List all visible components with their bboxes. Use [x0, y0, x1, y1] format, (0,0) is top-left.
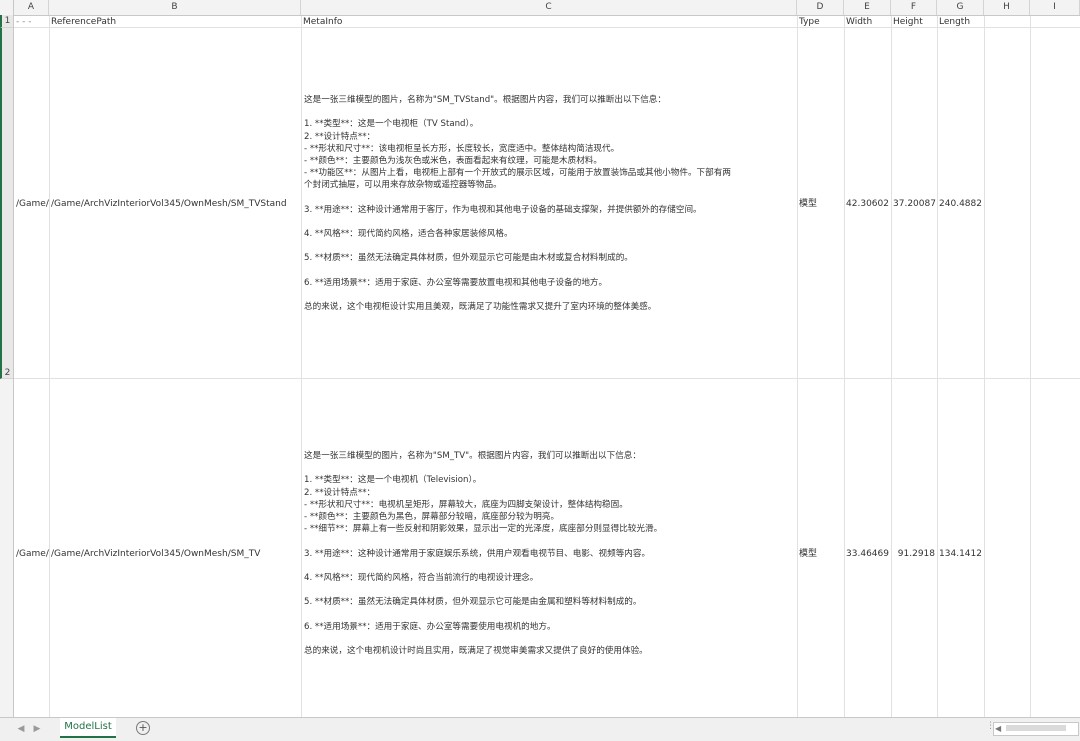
- meta-line: 这是一张三维模型的图片，名称为"SM_TV"。根据图片内容，我们可以推断出以下信…: [304, 451, 641, 461]
- cell-d3[interactable]: 模型: [797, 548, 844, 560]
- sheet-tab-bar: ◀ ▶ ModelList + ⋮ ◀: [0, 717, 1080, 741]
- column-header-e[interactable]: E: [844, 0, 891, 15]
- column-header-b[interactable]: B: [49, 0, 301, 15]
- cell-e2[interactable]: 42.30602: [844, 198, 891, 210]
- meta-line: [304, 265, 800, 277]
- row-header-1[interactable]: 1: [0, 15, 13, 28]
- meta-line: 6. **适用场景**：适用于家庭、办公室等需要使用电视机的地方。: [304, 621, 556, 632]
- meta-line: 4. **风格**：现代简约风格，适合各种家居装修风格。: [304, 229, 513, 240]
- cell-e1[interactable]: Width: [844, 16, 891, 28]
- column-header-i[interactable]: I: [1030, 0, 1080, 15]
- column-header-d[interactable]: D: [797, 0, 844, 15]
- meta-line: - **形状和尺寸**：该电视柜呈长方形，长度较长，宽度适中。整体结构简洁现代。: [304, 143, 620, 154]
- meta-line: [304, 608, 800, 620]
- column-header-h[interactable]: H: [984, 0, 1030, 15]
- row-header-3[interactable]: [0, 379, 13, 717]
- meta-line: 3. **用途**：这种设计通常用于家庭娱乐系统，供用户观看电视节目、电影、视频…: [304, 548, 651, 559]
- scroll-splitter[interactable]: ⋮: [986, 721, 995, 735]
- cell-f1[interactable]: Height: [891, 16, 937, 28]
- horizontal-scrollbar[interactable]: ◀: [993, 722, 1079, 736]
- cell-b2[interactable]: /Game/ArchVizInteriorVol345/OwnMesh/SM_T…: [49, 198, 301, 210]
- cell-b1[interactable]: ReferencePath: [49, 16, 301, 28]
- row-header-bar: 1 2: [0, 15, 14, 717]
- cell-f3[interactable]: 91.2918: [891, 548, 937, 560]
- cell-a1[interactable]: - - -: [14, 16, 49, 28]
- column-header-a[interactable]: A: [14, 0, 49, 15]
- cell-c2-metainfo[interactable]: 这是一张三维模型的图片，名称为"SM_TVStand"。根据图片内容，我们可以推…: [304, 94, 800, 313]
- cell-f2[interactable]: 37.20087: [891, 198, 937, 210]
- column-header-g[interactable]: G: [937, 0, 984, 15]
- meta-line: 总的来说，这个电视机设计时尚且实用，既满足了视觉审美需求又提供了良好的使用体验。: [304, 646, 648, 656]
- meta-line: 4. **风格**：现代简约风格，符合当前流行的电视设计理念。: [304, 572, 539, 583]
- cell-e3[interactable]: 33.46469: [844, 548, 891, 560]
- column-header-c[interactable]: C: [301, 0, 797, 15]
- cell-a3[interactable]: /Game/: [14, 548, 49, 560]
- meta-line: 5. **材质**：虽然无法确定具体材质，但外观显示它可能是由金属和塑料等材料制…: [304, 597, 642, 608]
- select-all-corner[interactable]: [0, 0, 14, 15]
- meta-line: 1. **类型**：这是一个电视机（Television）。: [304, 475, 482, 486]
- meta-line: [304, 192, 800, 204]
- plus-circle-icon[interactable]: +: [136, 721, 150, 735]
- cell-b3[interactable]: /Game/ArchVizInteriorVol345/OwnMesh/SM_T…: [49, 548, 301, 560]
- cell-c1[interactable]: MetaInfo: [301, 16, 797, 28]
- meta-line: 个封闭式抽屉，可以用来存放杂物或遥控器等物品。: [304, 180, 502, 191]
- meta-line: - **颜色**：主要颜色为浅灰色或米色，表面看起来有纹理，可能是木质材料。: [304, 155, 603, 166]
- meta-line: [304, 535, 800, 547]
- cell-c3-metainfo[interactable]: 这是一张三维模型的图片，名称为"SM_TV"。根据图片内容，我们可以推断出以下信…: [304, 450, 800, 657]
- meta-line: [304, 462, 800, 474]
- meta-line: [304, 216, 800, 228]
- cell-g1[interactable]: Length: [937, 16, 984, 28]
- meta-line: [304, 240, 800, 252]
- meta-line: 3. **用途**：这种设计通常用于客厅，作为电视和其他电子设备的基础支撑架，并…: [304, 204, 702, 215]
- meta-line: - **形状和尺寸**：电视机呈矩形，屏幕较大，底座为四脚支架设计，整体结构稳固…: [304, 499, 628, 510]
- spreadsheet: A B C D E F G H I 1 2 - - - ReferencePat…: [0, 0, 1080, 717]
- column-header-bar: A B C D E F G H I: [0, 0, 1080, 16]
- scroll-left-icon[interactable]: ◀: [995, 723, 1001, 735]
- cell-d1[interactable]: Type: [797, 16, 844, 28]
- sheet-tab-modellist[interactable]: ModelList: [60, 718, 116, 738]
- meta-line: 6. **适用场景**：适用于家庭、办公室等需要放置电视和其他电子设备的地方。: [304, 277, 608, 288]
- meta-line: [304, 560, 800, 572]
- meta-line: [304, 106, 800, 118]
- meta-line: - **功能区**：从图片上看，电视柜上部有一个开放式的展示区域，可能用于放置装…: [304, 168, 731, 179]
- meta-line: [304, 633, 800, 645]
- meta-line: - **细节**：屏幕上有一些反射和阴影效果，显示出一定的光泽度，底座部分则显得…: [304, 524, 663, 535]
- cell-d2[interactable]: 模型: [797, 198, 844, 210]
- row-header-2[interactable]: 2: [0, 28, 13, 379]
- scrollbar-thumb[interactable]: [1006, 725, 1066, 731]
- meta-line: - **颜色**：主要颜色为黑色，屏幕部分较暗，底座部分较为明亮。: [304, 511, 560, 522]
- cell-g3[interactable]: 134.1412: [937, 548, 984, 560]
- meta-line: 5. **材质**：虽然无法确定具体材质，但外观显示它可能是由木材或复合材料制成…: [304, 253, 633, 264]
- cell-grid: - - - ReferencePath MetaInfo Type Width …: [14, 16, 1080, 717]
- meta-line: 1. **类型**：这是一个电视柜（TV Stand）。: [304, 119, 479, 130]
- meta-line: [304, 289, 800, 301]
- meta-line: 总的来说，这个电视柜设计实用且美观，既满足了功能性需求又提升了室内环境的整体美感…: [304, 302, 657, 313]
- next-sheet-icon[interactable]: ▶: [30, 723, 44, 735]
- meta-line: 2. **设计特点**：: [304, 131, 376, 142]
- meta-line: 这是一张三维模型的图片，名称为"SM_TVStand"。根据图片内容，我们可以推…: [304, 95, 666, 105]
- prev-sheet-icon[interactable]: ◀: [14, 723, 28, 735]
- cell-a2[interactable]: /Game/: [14, 198, 49, 210]
- cell-g2[interactable]: 240.4882: [937, 198, 984, 210]
- column-header-f[interactable]: F: [891, 0, 937, 15]
- meta-line: 2. **设计特点**：: [304, 487, 376, 498]
- meta-line: [304, 584, 800, 596]
